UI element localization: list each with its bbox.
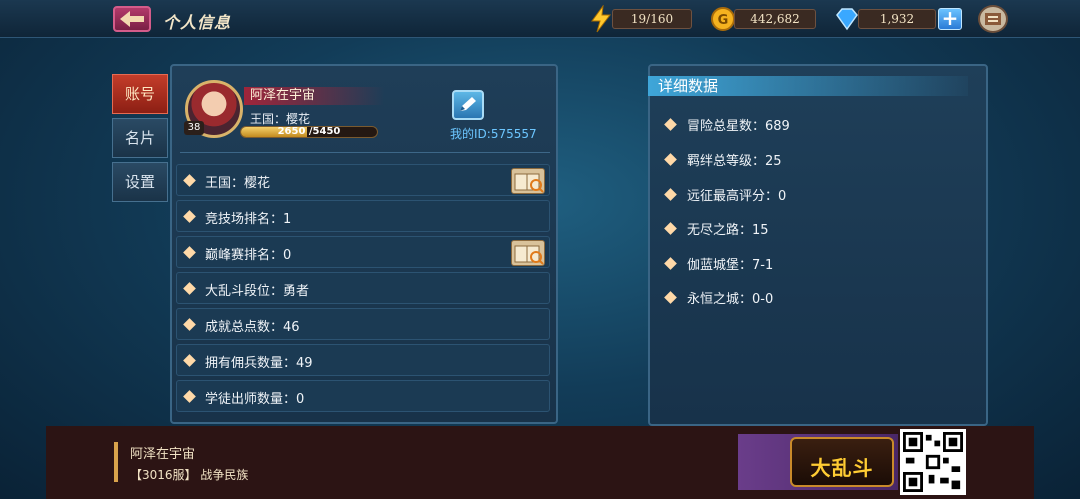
diamond-bullet-icon <box>183 174 196 187</box>
stat-text: 远征最高评分：0 <box>687 189 787 204</box>
info-row-text: 王国：樱花 <box>205 176 271 191</box>
stat-text: 伽蓝城堡：7-1 <box>687 258 774 273</box>
edit-profile-button[interactable] <box>452 90 484 120</box>
info-row-mercenaries: 拥有佣兵数量：49 <box>176 344 550 376</box>
level-badge: 38 <box>184 121 204 135</box>
stat-item: 无尽之路：15 <box>664 219 769 238</box>
tab-settings[interactable]: 设置 <box>112 162 168 202</box>
stat-text: 无尽之路：15 <box>687 223 769 238</box>
stat-item: 远征最高评分：0 <box>664 185 787 204</box>
diamond-bullet-icon <box>664 291 677 304</box>
tab-account[interactable]: 账号 <box>112 74 168 114</box>
info-row-achievements: 成就总点数：46 <box>176 308 550 340</box>
page-title: 个人信息 <box>163 13 232 32</box>
diamond-bullet-icon <box>183 210 196 223</box>
diamond-gem-icon <box>836 8 858 31</box>
info-row-text: 竞技场排名：1 <box>205 212 292 227</box>
stat-item: 永恒之城：0-0 <box>664 288 774 307</box>
info-row-text: 成就总点数：46 <box>205 320 300 335</box>
pencil-icon <box>460 97 476 111</box>
qr-code-icon <box>903 432 963 492</box>
diamond-bullet-icon <box>183 282 196 295</box>
info-row-text: 大乱斗段位：勇者 <box>205 284 310 299</box>
diamond-bullet-icon <box>664 118 677 131</box>
book-search-icon <box>514 173 544 193</box>
back-arrow-icon <box>120 11 144 27</box>
scroll-menu-icon <box>985 13 1001 25</box>
player-name: 阿泽在宇宙 <box>244 87 384 105</box>
info-row-peak: 巅峰赛排名：0 <box>176 236 550 268</box>
info-row-text: 学徒出师数量：0 <box>205 392 305 407</box>
diamond-bullet-icon <box>183 390 196 403</box>
stat-text: 永恒之城：0-0 <box>687 292 774 307</box>
gold-coin-icon: G <box>711 7 735 31</box>
banner-server: 【3016服】 战争民族 <box>130 468 249 482</box>
gold-counter: 442,682 <box>734 9 816 29</box>
kingdom-label: 王国：樱花 <box>250 112 311 126</box>
view-peak-button[interactable] <box>511 240 545 266</box>
info-row-arena: 竞技场排名：1 <box>176 200 550 232</box>
diamond-bullet-icon <box>183 318 196 331</box>
svg-text:G: G <box>718 13 729 28</box>
info-row-text: 拥有佣兵数量：49 <box>205 356 313 371</box>
diamond-bullet-icon <box>664 153 677 166</box>
diamond-bullet-icon <box>183 354 196 367</box>
back-button[interactable] <box>113 6 151 32</box>
banner-accent-bar <box>114 442 118 482</box>
info-row-text: 巅峰赛排名：0 <box>205 248 292 263</box>
stat-item: 伽蓝城堡：7-1 <box>664 254 774 273</box>
info-row-brawl: 大乱斗段位：勇者 <box>176 272 550 304</box>
gem-counter: 1,932 <box>858 9 936 29</box>
info-row-kingdom: 王国：樱花 <box>176 164 550 196</box>
add-gems-button[interactable]: + <box>938 8 962 30</box>
diamond-bullet-icon <box>664 257 677 270</box>
lightning-icon <box>591 5 612 33</box>
view-kingdom-button[interactable] <box>511 168 545 194</box>
info-row-apprentices: 学徒出师数量：0 <box>176 380 550 412</box>
banner-player-name: 阿泽在宇宙 <box>130 447 196 462</box>
stat-item: 羁绊总等级：25 <box>664 150 782 169</box>
energy-counter: 19/160 <box>612 9 692 29</box>
stat-item: 冒险总星数：689 <box>664 115 790 134</box>
player-id: 我的ID:575557 <box>450 127 537 141</box>
exp-text: 2650 /5450 <box>277 126 341 137</box>
book-search-icon <box>514 245 544 265</box>
game-logo-text: 大乱斗 <box>810 456 874 480</box>
stat-text: 羁绊总等级：25 <box>687 154 782 169</box>
stat-text: 冒险总星数：689 <box>687 119 790 134</box>
diamond-bullet-icon <box>664 222 677 235</box>
tab-card[interactable]: 名片 <box>112 118 168 158</box>
qr-code <box>900 429 966 495</box>
diamond-bullet-icon <box>183 246 196 259</box>
diamond-bullet-icon <box>664 188 677 201</box>
details-title: 详细数据 <box>658 77 719 95</box>
menu-button[interactable] <box>978 5 1008 33</box>
divider <box>180 152 550 153</box>
